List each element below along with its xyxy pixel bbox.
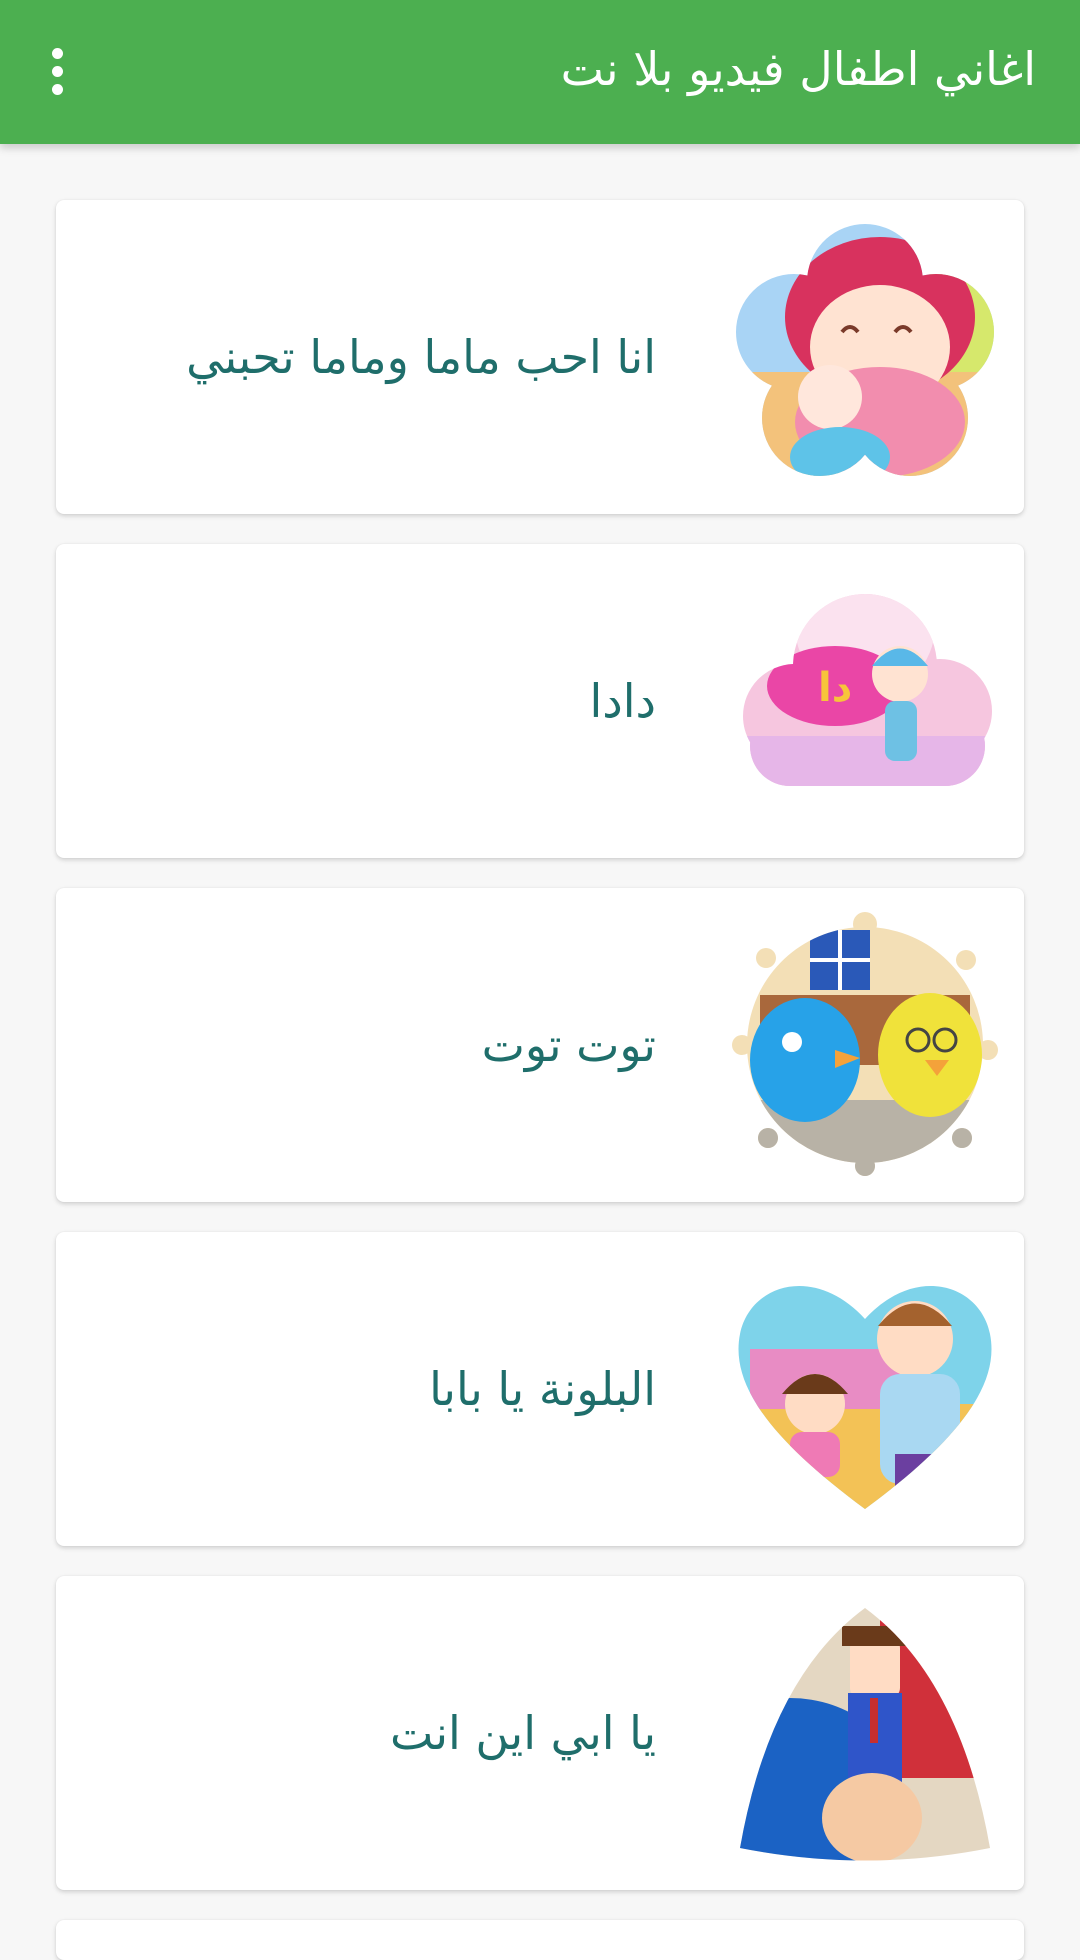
song-thumbnail-image [730, 222, 1000, 492]
song-thumbnail-image [730, 1598, 1000, 1868]
song-card[interactable]: توت توت [56, 888, 1024, 1202]
song-thumbnail-image: دا [730, 566, 1000, 836]
song-thumbnail-image [730, 1254, 1000, 1524]
song-card[interactable]: انا احب ماما وماما تحبني [56, 200, 1024, 514]
song-card-partial[interactable] [56, 1920, 1024, 1960]
svg-text:دا: دا [818, 665, 852, 711]
app-title: اغاني اطفال فيديو بلا نت [560, 42, 1036, 96]
song-title: يا ابي اين انت [390, 1706, 656, 1760]
song-thumbnail-image [730, 910, 1000, 1180]
song-title: دادا [589, 674, 656, 728]
song-card[interactable]: البلونة يا بابا [56, 1232, 1024, 1546]
song-title: انا احب ماما وماما تحبني [186, 330, 656, 384]
song-card[interactable]: دادا دا [56, 544, 1024, 858]
song-list[interactable]: انا احب ماما وماما تحبني دادا دا توت توت… [0, 144, 1080, 1960]
app-bar: اغاني اطفال فيديو بلا نت [0, 0, 1080, 144]
song-title: توت توت [481, 1018, 656, 1072]
song-title: البلونة يا بابا [429, 1362, 656, 1416]
song-card[interactable]: يا ابي اين انت [56, 1576, 1024, 1890]
more-options-button[interactable] [30, 40, 86, 102]
